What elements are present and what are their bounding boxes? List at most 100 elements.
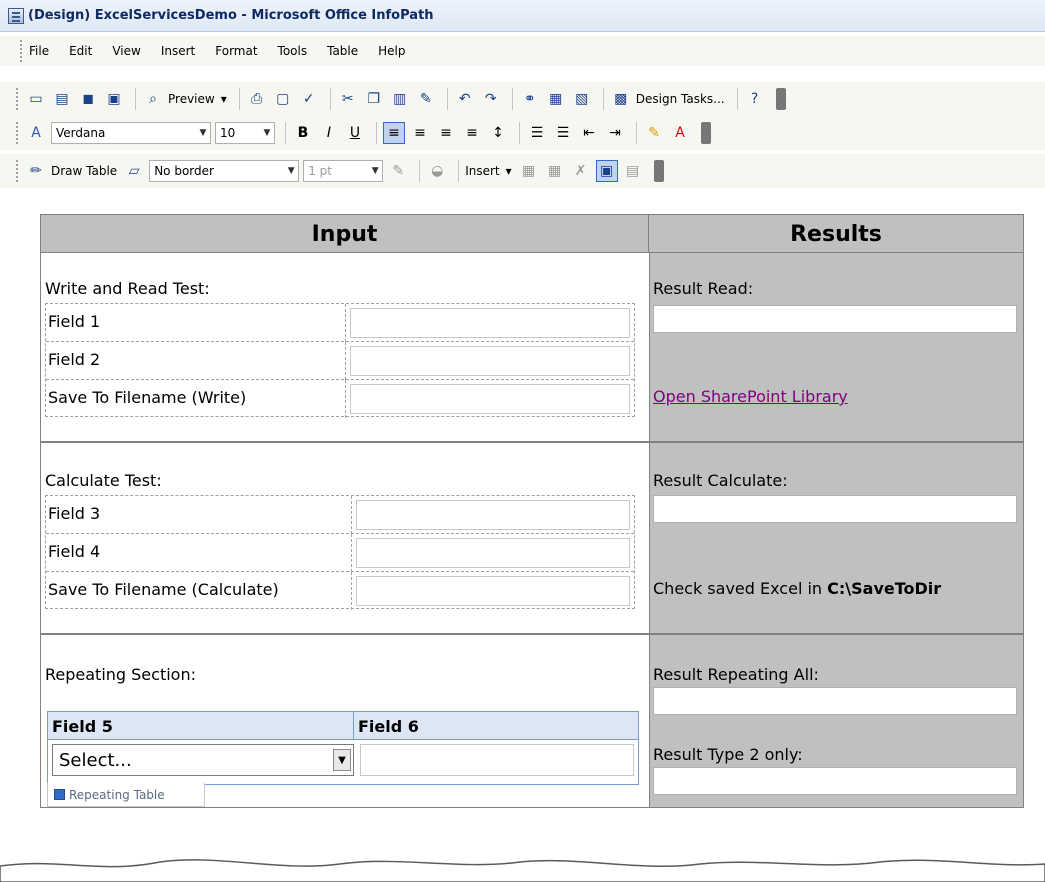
design-tasks-icon[interactable]: ▩ bbox=[610, 88, 632, 110]
font-style-icon[interactable]: A bbox=[25, 122, 47, 144]
merge-cells-icon[interactable]: ▦ bbox=[518, 160, 540, 182]
save-dir-path: C:\SaveToDir bbox=[827, 579, 942, 598]
menu-insert[interactable]: Insert bbox=[161, 44, 195, 58]
save-calc-input[interactable] bbox=[356, 576, 630, 606]
save-write-input[interactable] bbox=[350, 384, 630, 414]
font-name-select[interactable]: Verdana ▼ bbox=[51, 122, 211, 144]
menu-edit[interactable]: Edit bbox=[69, 44, 92, 58]
save-icon[interactable]: ◼ bbox=[77, 88, 99, 110]
field2-row: Field 2 bbox=[46, 342, 634, 380]
field4-input[interactable] bbox=[356, 538, 630, 568]
separator bbox=[446, 88, 448, 110]
repeating-table-tab[interactable]: Repeating Table bbox=[47, 783, 205, 807]
cut-icon[interactable]: ✂ bbox=[337, 88, 359, 110]
draw-table-icon[interactable]: ✏ bbox=[25, 160, 47, 182]
format-painter-icon[interactable]: ✎ bbox=[415, 88, 437, 110]
justify-icon[interactable]: ≡ bbox=[461, 122, 483, 144]
form-table: Input Results Write and Read Test: Field… bbox=[40, 214, 1024, 808]
copy-icon[interactable]: ❐ bbox=[363, 88, 385, 110]
results-column bbox=[649, 253, 1023, 807]
bold-icon[interactable]: B bbox=[292, 122, 314, 144]
field2-input[interactable] bbox=[350, 346, 630, 376]
open-sharepoint-link[interactable]: Open SharePoint Library bbox=[653, 387, 848, 406]
increase-indent-icon[interactable]: ⇥ bbox=[604, 122, 626, 144]
insert-button[interactable]: Insert bbox=[465, 164, 499, 178]
field1-input[interactable] bbox=[350, 308, 630, 338]
separator bbox=[376, 122, 377, 144]
result-read-box bbox=[653, 305, 1017, 333]
table-properties-icon[interactable]: ▤ bbox=[622, 160, 644, 182]
results-header: Results bbox=[790, 221, 882, 247]
design-tasks-button[interactable]: Design Tasks... bbox=[636, 92, 725, 106]
open-folder-icon[interactable]: ▤ bbox=[51, 88, 73, 110]
highlight-icon[interactable]: ✎ bbox=[643, 122, 665, 144]
menu-table[interactable]: Table bbox=[327, 44, 358, 58]
toolbar-options-icon[interactable] bbox=[701, 122, 711, 144]
font-size-select[interactable]: 10 ▼ bbox=[215, 122, 275, 144]
field6-input[interactable] bbox=[360, 744, 634, 776]
underline-icon[interactable]: U bbox=[344, 122, 366, 144]
section1-title: Write and Read Test: bbox=[45, 279, 210, 298]
chevron-down-icon: ▼ bbox=[199, 128, 207, 138]
toolbar-options-icon[interactable] bbox=[653, 160, 664, 182]
result-type2-label: Result Type 2 only: bbox=[653, 745, 803, 764]
align-right-icon[interactable]: ≡ bbox=[435, 122, 457, 144]
italic-icon[interactable]: I bbox=[318, 122, 340, 144]
chevron-down-icon[interactable]: ▼ bbox=[333, 749, 351, 771]
link-icon[interactable]: ⚭ bbox=[519, 88, 541, 110]
separator bbox=[238, 88, 240, 110]
separator bbox=[285, 122, 286, 144]
align-left-icon[interactable]: ≡ bbox=[383, 122, 405, 144]
bullets-icon[interactable]: ☰ bbox=[552, 122, 574, 144]
line-spacing-icon[interactable]: ↕ bbox=[487, 122, 509, 144]
separator bbox=[519, 122, 520, 144]
new-icon[interactable]: ▭ bbox=[25, 88, 47, 110]
paste-icon[interactable]: ▥ bbox=[389, 88, 411, 110]
chevron-down-icon: ▼ bbox=[287, 166, 295, 176]
table-icon[interactable]: ▦ bbox=[545, 88, 567, 110]
border-width-select[interactable]: 1 pt ▼ bbox=[303, 160, 384, 182]
delete-cells-icon[interactable]: ✗ bbox=[570, 160, 592, 182]
spelling-icon[interactable]: ✓ bbox=[298, 88, 320, 110]
menu-grip bbox=[20, 40, 23, 62]
publish-icon[interactable]: ▣ bbox=[103, 88, 125, 110]
menu-file[interactable]: File bbox=[29, 44, 49, 58]
border-style-select[interactable]: No border ▼ bbox=[149, 160, 300, 182]
preview-icon[interactable]: ⌕ bbox=[142, 88, 164, 110]
decrease-indent-icon[interactable]: ⇤ bbox=[578, 122, 600, 144]
check-saved-label: Check saved Excel in bbox=[653, 579, 828, 598]
print-preview-icon[interactable]: ▢ bbox=[272, 88, 294, 110]
font-size-value: 10 bbox=[220, 126, 236, 140]
separator bbox=[419, 160, 421, 182]
help-icon[interactable]: ? bbox=[744, 88, 766, 110]
field3-input[interactable] bbox=[356, 500, 630, 530]
preview-button[interactable]: Preview bbox=[168, 92, 215, 106]
menu-view[interactable]: View bbox=[112, 44, 140, 58]
menu-tools[interactable]: Tools bbox=[278, 44, 308, 58]
insert-dropdown-icon[interactable]: ▾ bbox=[506, 164, 512, 178]
numbering-icon[interactable]: ☰ bbox=[526, 122, 548, 144]
result-read-label: Result Read: bbox=[653, 279, 754, 298]
toolbar-grip bbox=[16, 122, 19, 144]
picture-icon[interactable]: ▧ bbox=[571, 88, 593, 110]
redo-icon[interactable]: ↷ bbox=[480, 88, 502, 110]
show-gridlines-icon[interactable]: ▣ bbox=[595, 160, 618, 182]
font-color-icon[interactable]: A bbox=[669, 122, 691, 144]
eraser-icon[interactable]: ▱ bbox=[123, 160, 145, 182]
border-color-icon[interactable]: ✎ bbox=[387, 160, 409, 182]
standard-toolbar: ▭ ▤ ◼ ▣ ⌕ Preview ▾ ⎙ ▢ ✓ ✂ ❐ ▥ ✎ ↶ ↷ ⚭ … bbox=[0, 82, 1045, 116]
menu-format[interactable]: Format bbox=[215, 44, 257, 58]
border-style-value: No border bbox=[154, 164, 214, 178]
field5-select[interactable]: Select... ▼ bbox=[52, 744, 354, 776]
shading-icon[interactable]: ◒ bbox=[426, 160, 448, 182]
preview-dropdown-icon[interactable]: ▾ bbox=[221, 92, 227, 106]
align-center-icon[interactable]: ≡ bbox=[409, 122, 431, 144]
draw-table-button[interactable]: Draw Table bbox=[51, 164, 117, 178]
tables-toolbar: ✏ Draw Table ▱ No border ▼ 1 pt ▼ ✎ ◒ In… bbox=[0, 154, 1045, 188]
split-cells-icon[interactable]: ▦ bbox=[544, 160, 566, 182]
repeating-table-icon bbox=[54, 789, 65, 800]
undo-icon[interactable]: ↶ bbox=[454, 88, 476, 110]
print-icon[interactable]: ⎙ bbox=[246, 88, 268, 110]
toolbar-options-icon[interactable] bbox=[775, 88, 786, 110]
menu-help[interactable]: Help bbox=[378, 44, 405, 58]
